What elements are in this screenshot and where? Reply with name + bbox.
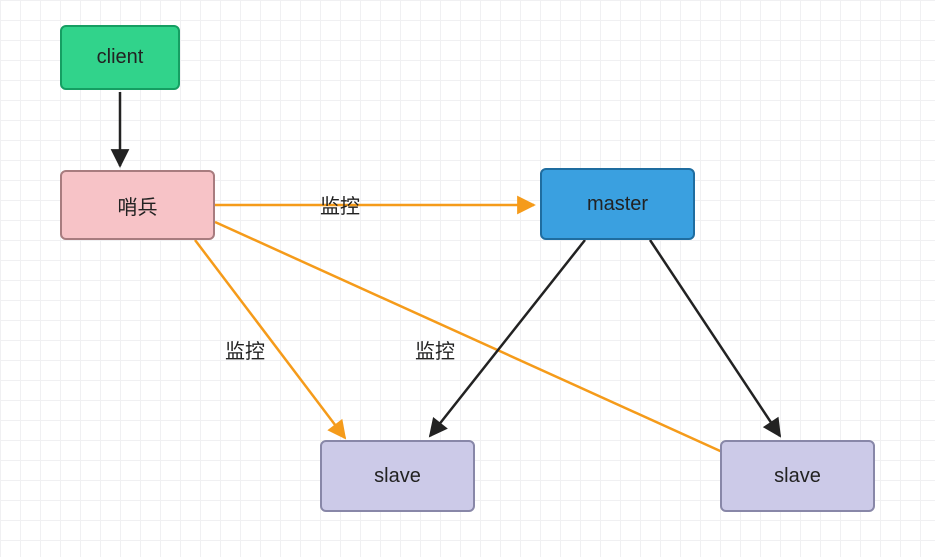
edge-label-sentinel-slave1: 监控 (225, 335, 265, 364)
edge-label-sentinel-master: 监控 (320, 190, 360, 219)
node-sentinel-label: 哨兵 (118, 191, 158, 220)
edge-sentinel-slave2 (215, 222, 740, 460)
node-slave2-label: slave (774, 465, 821, 488)
node-slave2: slave (720, 440, 875, 512)
node-master: master (540, 168, 695, 240)
edge-master-slave2 (650, 240, 780, 436)
node-client-label: client (97, 46, 144, 69)
node-client: client (60, 25, 180, 90)
edge-label-sentinel-slave2: 监控 (415, 335, 455, 364)
node-slave1-label: slave (374, 465, 421, 488)
edge-sentinel-slave1 (195, 240, 345, 438)
node-slave1: slave (320, 440, 475, 512)
node-master-label: master (587, 193, 648, 216)
node-sentinel: 哨兵 (60, 170, 215, 240)
